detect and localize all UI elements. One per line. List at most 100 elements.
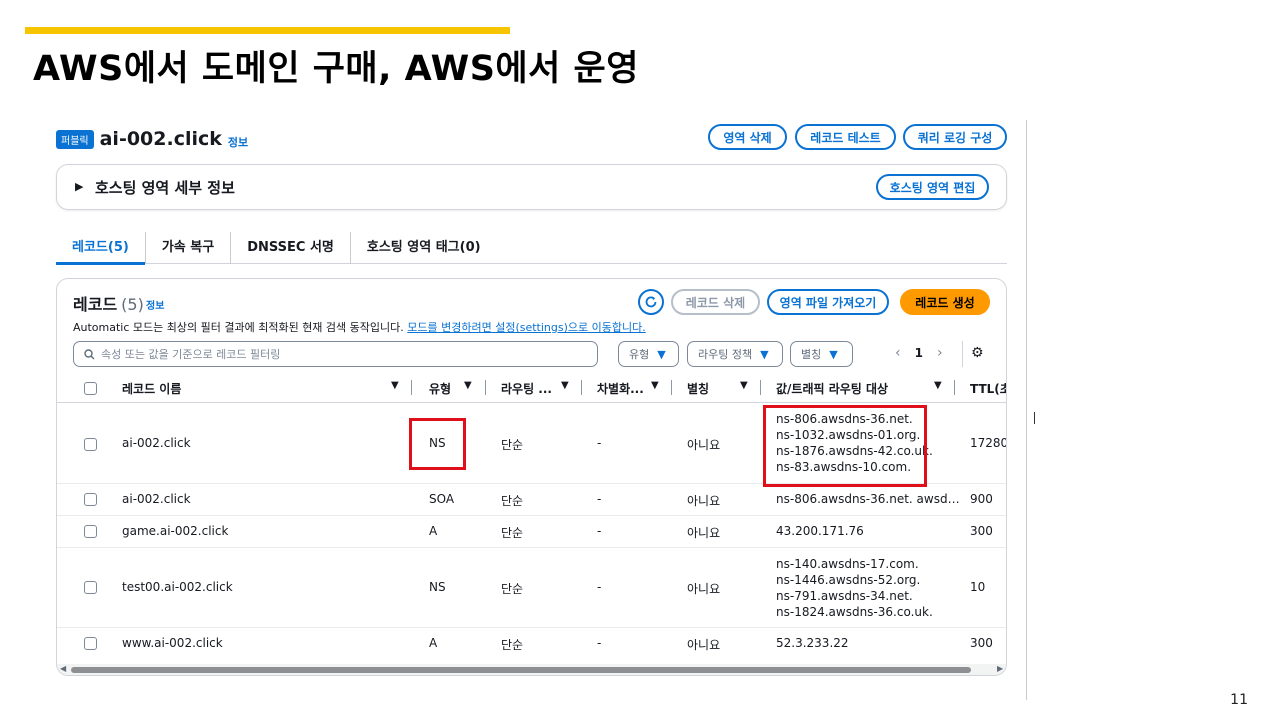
next-page-icon[interactable]: › bbox=[937, 345, 943, 361]
current-page[interactable]: 1 bbox=[915, 346, 923, 360]
delete-zone-button[interactable]: 영역 삭제 bbox=[708, 124, 787, 150]
zone-header: 퍼블릭 ai-002.click 정보 bbox=[56, 128, 248, 150]
record-filter[interactable] bbox=[73, 341, 598, 367]
record-routing: 단순 bbox=[501, 582, 524, 596]
record-value-line: ns-791.awsdns-34.net. bbox=[776, 589, 913, 603]
sort-caret-icon[interactable]: ▼ bbox=[934, 380, 942, 391]
column-divider bbox=[581, 380, 582, 395]
column-alias[interactable]: 별칭 bbox=[687, 380, 709, 397]
table-row[interactable]: ai-002.click SOA 단순 - 아니요 ns-806.awsdns-… bbox=[57, 484, 1006, 516]
tab-dnssec-signing[interactable]: DNSSEC 서명 bbox=[230, 232, 350, 264]
search-mode-notice: Automatic 모드는 최상의 필터 결과에 최적화된 현재 검색 동작입니… bbox=[73, 319, 646, 335]
records-title-text: 레코드 bbox=[73, 295, 118, 314]
sort-caret-icon[interactable]: ▼ bbox=[391, 380, 399, 391]
table-row[interactable]: www.ai-002.click A 단순 - 아니요 52.3.233.22 … bbox=[57, 628, 1006, 660]
records-table-header: 레코드 이름 ▼ 유형 ▼ 라우팅 ... ▼ 차별화... ▼ 별칭 ▼ 값/… bbox=[57, 375, 1006, 403]
alias-filter-dropdown[interactable]: 별칭 ▼ bbox=[790, 341, 853, 367]
row-checkbox[interactable] bbox=[84, 637, 97, 650]
row-checkbox[interactable] bbox=[84, 581, 97, 594]
caret-down-icon: ▼ bbox=[760, 347, 769, 361]
select-all-checkbox[interactable] bbox=[84, 382, 97, 395]
refresh-button[interactable] bbox=[638, 289, 664, 315]
scroll-left-icon[interactable]: ◀ bbox=[60, 664, 66, 673]
delete-record-button[interactable]: 레코드 삭제 bbox=[671, 289, 760, 315]
edit-hosted-zone-button[interactable]: 호스팅 영역 편집 bbox=[876, 174, 989, 200]
column-differentiator[interactable]: 차별화... bbox=[597, 380, 644, 397]
records-panel: 레코드 (5) 정보 레코드 삭제 영역 파일 가져오기 레코드 생성 Autom… bbox=[56, 278, 1007, 676]
scroll-right-icon[interactable]: ▶ bbox=[997, 664, 1003, 673]
slide-page-number: 11 bbox=[1230, 692, 1248, 708]
table-row[interactable]: ai-002.click NS 단순 - 아니요 ns-806.awsdns-3… bbox=[57, 403, 1006, 487]
public-badge: 퍼블릭 bbox=[56, 129, 94, 149]
sort-caret-icon[interactable]: ▼ bbox=[464, 380, 472, 391]
column-value[interactable]: 값/트래픽 라우팅 대상 bbox=[776, 380, 888, 397]
record-value: ns-806.awsdns-36.net. awsd… bbox=[776, 492, 960, 506]
record-name[interactable]: game.ai-002.click bbox=[122, 524, 228, 538]
routing-policy-dropdown[interactable]: 라우팅 정책 ▼ bbox=[687, 341, 783, 367]
record-routing: 단순 bbox=[501, 494, 524, 508]
import-zone-file-button[interactable]: 영역 파일 가져오기 bbox=[767, 289, 889, 315]
row-checkbox[interactable] bbox=[84, 493, 97, 506]
pagination: ‹ 1 › bbox=[895, 345, 943, 361]
query-logging-button[interactable]: 쿼리 로깅 구성 bbox=[903, 124, 1007, 150]
record-alias: 아니요 bbox=[687, 638, 721, 652]
record-name[interactable]: test00.ai-002.click bbox=[122, 580, 233, 594]
record-filter-input[interactable] bbox=[101, 347, 561, 361]
previous-page-icon[interactable]: ‹ bbox=[895, 345, 901, 361]
table-row[interactable]: test00.ai-002.click NS 단순 - 아니요 ns-140.a… bbox=[57, 548, 1006, 628]
record-ttl: 300 bbox=[970, 636, 993, 650]
tab-records[interactable]: 레코드(5) bbox=[56, 232, 145, 265]
caret-down-icon: ▼ bbox=[657, 347, 666, 361]
sort-caret-icon[interactable]: ▼ bbox=[561, 380, 569, 391]
notice-settings-link[interactable]: 모드를 변경하려면 설정(settings)으로 이동합니다. bbox=[407, 321, 645, 334]
details-title: 호스팅 영역 세부 정보 bbox=[95, 179, 235, 197]
alias-filter-label: 별칭 bbox=[801, 348, 822, 361]
record-name[interactable]: ai-002.click bbox=[122, 436, 191, 450]
record-differentiator: - bbox=[597, 580, 602, 594]
record-ttl: 300 bbox=[970, 524, 993, 538]
refresh-icon bbox=[645, 296, 657, 308]
tab-hosted-zone-tags[interactable]: 호스팅 영역 태그(0) bbox=[349, 232, 497, 264]
column-type[interactable]: 유형 bbox=[429, 380, 451, 397]
scrollbar-thumb[interactable] bbox=[71, 667, 971, 673]
column-routing[interactable]: 라우팅 ... bbox=[501, 380, 552, 397]
record-name[interactable]: ai-002.click bbox=[122, 492, 191, 506]
record-alias: 아니요 bbox=[687, 494, 721, 508]
record-value-line: ns-1824.awsdns-36.co.uk. bbox=[776, 605, 933, 619]
gear-icon[interactable]: ⚙ bbox=[971, 345, 984, 361]
notice-text: Automatic 모드는 최상의 필터 결과에 최적화된 현재 검색 동작입니… bbox=[73, 321, 408, 334]
expand-caret-icon[interactable]: ▶ bbox=[75, 180, 83, 193]
column-ttl[interactable]: TTL(초 bbox=[970, 380, 1006, 397]
column-divider bbox=[485, 380, 486, 395]
record-value-line: ns-140.awsdns-17.com. bbox=[776, 557, 919, 571]
record-ttl: 172800 bbox=[970, 436, 1006, 450]
record-value: ns-140.awsdns-17.com. ns-1446.awsdns-52.… bbox=[776, 556, 933, 620]
column-record-name[interactable]: 레코드 이름 bbox=[122, 380, 181, 397]
sort-caret-icon[interactable]: ▼ bbox=[740, 380, 748, 391]
test-record-button[interactable]: 레코드 테스트 bbox=[795, 124, 896, 150]
zone-name: ai-002.click bbox=[99, 128, 222, 150]
record-differentiator: - bbox=[597, 436, 602, 450]
sort-caret-icon[interactable]: ▼ bbox=[651, 380, 659, 391]
row-checkbox[interactable] bbox=[84, 438, 97, 451]
record-value-line: ns-1446.awsdns-52.org. bbox=[776, 573, 921, 587]
record-type: A bbox=[429, 636, 438, 650]
record-ttl: 10 bbox=[970, 580, 986, 594]
record-value: 52.3.233.22 bbox=[776, 636, 849, 650]
table-row[interactable]: game.ai-002.click A 단순 - 아니요 43.200.171.… bbox=[57, 516, 1006, 548]
type-filter-dropdown[interactable]: 유형 ▼ bbox=[618, 341, 679, 367]
text-cursor bbox=[1034, 412, 1035, 424]
hosted-zone-details-panel[interactable]: ▶ 호스팅 영역 세부 정보 bbox=[56, 164, 1007, 210]
tab-accelerated-recovery[interactable]: 가속 복구 bbox=[144, 232, 230, 264]
record-alias: 아니요 bbox=[687, 526, 721, 540]
routing-policy-label: 라우팅 정책 bbox=[698, 348, 753, 361]
record-name[interactable]: www.ai-002.click bbox=[122, 636, 223, 650]
zone-info-link[interactable]: 정보 bbox=[228, 134, 248, 150]
create-record-button[interactable]: 레코드 생성 bbox=[900, 289, 990, 315]
records-info-link[interactable]: 정보 bbox=[146, 297, 164, 312]
record-type: A bbox=[429, 524, 438, 538]
row-checkbox[interactable] bbox=[84, 525, 97, 538]
record-routing: 단순 bbox=[501, 526, 524, 540]
screenshot-divider bbox=[1026, 120, 1027, 700]
record-alias: 아니요 bbox=[687, 582, 721, 596]
